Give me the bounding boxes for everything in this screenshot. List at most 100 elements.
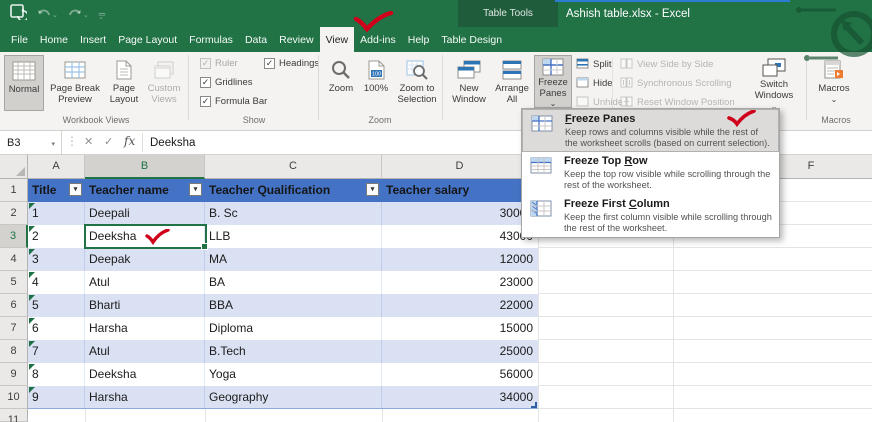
freeze-panes-button[interactable]: Freeze Panes [534, 55, 572, 108]
hide-icon [576, 77, 589, 91]
name-box[interactable]: B3 ▾ [0, 131, 62, 154]
row-header-5[interactable]: 5 [0, 271, 28, 294]
cell[interactable]: 12000 [382, 248, 538, 271]
cell[interactable]: Atul [85, 340, 205, 363]
table-header-cell[interactable]: Teacher Qualification [205, 179, 382, 202]
row-header-4[interactable]: 4 [0, 248, 28, 271]
row-header-3[interactable]: 3 [0, 225, 28, 248]
cell[interactable]: 7 [28, 340, 85, 363]
formula-bar-splitter[interactable]: ⋮ [66, 134, 78, 148]
custom-views-button: Custom Views [144, 55, 184, 111]
cell[interactable]: Bharti [85, 294, 205, 317]
cell[interactable]: BA [205, 271, 382, 294]
normal-view-button[interactable]: Normal [4, 55, 44, 111]
cell[interactable]: LLB [205, 225, 382, 248]
cell[interactable]: 30000 [382, 202, 538, 225]
selected-cell-outline[interactable] [84, 224, 207, 249]
tab-file[interactable]: File [5, 27, 34, 52]
cell[interactable]: Deepak [85, 248, 205, 271]
cell[interactable]: Geography [205, 386, 382, 408]
cell[interactable]: 4 [28, 271, 85, 294]
tab-home[interactable]: Home [34, 27, 74, 52]
cell[interactable]: MA [205, 248, 382, 271]
filter-dropdown-icon[interactable] [366, 183, 379, 196]
column-header-c[interactable]: C [205, 155, 382, 179]
save-icon[interactable] [10, 4, 27, 25]
cell[interactable]: B. Sc [205, 202, 382, 225]
arrange-all-button[interactable]: Arrange All [492, 55, 532, 111]
tab-page-layout[interactable]: Page Layout [112, 27, 183, 52]
tab-review[interactable]: Review [273, 27, 319, 52]
context-tab-group: Table Tools [458, 0, 558, 27]
tab-insert[interactable]: Insert [74, 27, 112, 52]
page-layout-button[interactable]: Page Layout [106, 55, 142, 111]
menu-item-freeze-first-column[interactable]: Freeze First ColumnKeep the first column… [522, 195, 779, 238]
cell[interactable]: 15000 [382, 317, 538, 340]
table-header-cell[interactable]: Teacher salary [382, 179, 538, 202]
row-header-1[interactable]: 1 [0, 179, 28, 202]
cell[interactable]: Yoga [205, 363, 382, 386]
cell[interactable]: Deepali [85, 202, 205, 225]
filter-dropdown-icon[interactable] [189, 183, 202, 196]
cell[interactable]: 3 [28, 248, 85, 271]
cell[interactable]: Deeksha [85, 363, 205, 386]
tab-table-design[interactable]: Table Design [435, 27, 508, 52]
table-header-cell[interactable]: Title [28, 179, 85, 202]
cell[interactable]: 5 [28, 294, 85, 317]
cell[interactable]: B.Tech [205, 340, 382, 363]
tab-data[interactable]: Data [239, 27, 273, 52]
cell[interactable]: 43000 [382, 225, 538, 248]
cell[interactable]: 1 [28, 202, 85, 225]
row-header-9[interactable]: 9 [0, 363, 28, 386]
zoom-button[interactable]: Zoom [323, 55, 359, 111]
hide-button[interactable]: Hide [576, 77, 613, 90]
row-header-11[interactable]: 11 [0, 409, 28, 422]
new-window-button[interactable]: New Window [448, 55, 490, 111]
column-header-b[interactable]: B [85, 155, 205, 179]
cell[interactable]: Atul [85, 271, 205, 294]
cell[interactable]: 25000 [382, 340, 538, 363]
table-resize-handle[interactable] [531, 402, 537, 408]
zoom-to-selection-button[interactable]: Zoom to Selection [394, 55, 440, 111]
tab-formulas[interactable]: Formulas [183, 27, 239, 52]
gridlines-checkbox[interactable]: Gridlines [200, 77, 253, 88]
filter-dropdown-icon[interactable] [69, 183, 82, 196]
cell[interactable]: 9 [28, 386, 85, 408]
select-all-corner[interactable] [0, 155, 28, 179]
row-header-2[interactable]: 2 [0, 202, 28, 225]
customize-qat-icon[interactable]: ═⌄ [99, 8, 104, 21]
column-header-a[interactable]: A [28, 155, 85, 179]
row-header-10[interactable]: 10 [0, 386, 28, 409]
tab-add-ins[interactable]: Add-ins [354, 27, 402, 52]
menu-item-freeze-top-row[interactable]: Freeze Top RowKeep the top row visible w… [522, 152, 779, 195]
menu-item-freeze-panes[interactable]: Freeze PanesKeep rows and columns visibl… [522, 109, 779, 152]
table-header-cell[interactable]: Teacher name [85, 179, 205, 202]
tab-help[interactable]: Help [402, 27, 436, 52]
row-header-8[interactable]: 8 [0, 340, 28, 363]
split-button[interactable]: Split [576, 58, 611, 71]
cell[interactable]: 23000 [382, 271, 538, 294]
cell[interactable]: BBA [205, 294, 382, 317]
cancel-icon[interactable]: ✕ [84, 135, 93, 148]
cell[interactable]: Harsha [85, 317, 205, 340]
row-header-6[interactable]: 6 [0, 294, 28, 317]
cell[interactable]: 6 [28, 317, 85, 340]
formula-input[interactable]: Deeksha [150, 131, 195, 154]
insert-function-icon[interactable]: fx [124, 134, 135, 148]
formula-bar-checkbox[interactable]: Formula Bar [200, 96, 267, 107]
cell[interactable]: Diploma [205, 317, 382, 340]
cell[interactable]: 22000 [382, 294, 538, 317]
column-header-d[interactable]: D [382, 155, 538, 179]
cell[interactable]: 2 [28, 225, 85, 248]
cell[interactable]: 34000 [382, 386, 538, 408]
cell[interactable]: 8 [28, 363, 85, 386]
headings-checkbox[interactable]: Headings [264, 58, 319, 69]
cell[interactable]: 56000 [382, 363, 538, 386]
row-header-7[interactable]: 7 [0, 317, 28, 340]
page-break-preview-button[interactable]: Page Break Preview [46, 55, 104, 111]
enter-icon[interactable]: ✓ [104, 135, 113, 148]
zoom-100-button[interactable]: 100 100% [360, 55, 392, 111]
cell[interactable]: Harsha [85, 386, 205, 408]
tab-view[interactable]: View [320, 27, 355, 52]
chevron-down-icon[interactable]: ▾ [51, 140, 55, 148]
